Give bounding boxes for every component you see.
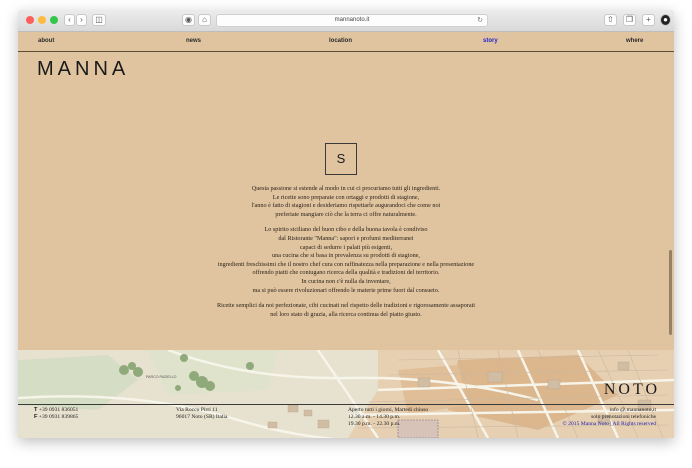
address-line-1: Via Rocco Pirri 11 (176, 407, 218, 413)
phone-label: T (34, 407, 38, 413)
nav-about[interactable]: about (38, 38, 54, 44)
fax-label: F (34, 414, 38, 420)
tabs-icon[interactable]: ❐ (623, 14, 636, 26)
footer-divider (18, 404, 674, 405)
nav-news[interactable]: news (186, 38, 201, 44)
minimize-window-icon[interactable] (38, 16, 46, 24)
reservations-note: solo prenotazioni telefoniche (591, 414, 656, 420)
section-letter-box: S (325, 143, 357, 175)
map-city-label: NOTO (603, 381, 660, 398)
hours-line-2: 12.30 a.m. - 14.30 p.m. (348, 414, 401, 420)
address-bar[interactable]: mannanoto.it ↻ (216, 14, 488, 27)
site-logo[interactable]: MANNA (37, 58, 129, 81)
story-paragraph-3: Ricette semplici da noi perfezionate, ci… (216, 302, 476, 318)
forward-button[interactable]: › (76, 14, 87, 26)
nav-story[interactable]: story (483, 38, 498, 44)
footer-contacts: T +39 0931 836051 F +39 0931 839865 (34, 407, 78, 421)
phone-link[interactable]: +39 0931 836051 (39, 407, 79, 413)
footer-info: info @ mannanoto.it solo prenotazioni te… (563, 407, 656, 428)
nav-where[interactable]: where (626, 38, 643, 44)
story-paragraph-2: Lo spirito siciliano del buon cibo e del… (217, 226, 475, 294)
home-icon[interactable]: ⌂ (198, 14, 211, 26)
browser-window: ‹ › ◫ ◉ ⌂ mannanoto.it ↻ ⇧ ❐ + ● about n… (18, 10, 674, 438)
email-link[interactable]: info @ mannanoto.it (563, 407, 656, 414)
nav-location[interactable]: location (329, 38, 352, 44)
share-icon[interactable]: ⇧ (604, 14, 617, 26)
shield-icon[interactable]: ◉ (182, 14, 195, 26)
hours-line-1: Aperto tutti i giorni, Martedì chiuso (348, 407, 429, 413)
site-nav: about news location story where (18, 32, 674, 52)
footer-address: Via Rocco Pirri 11 96017 Noto (SR) Itali… (176, 407, 227, 421)
hours-line-3: 19.30 p.m. - 22.30 p.m. (348, 421, 401, 427)
back-button[interactable]: ‹ (64, 14, 75, 26)
reload-icon[interactable]: ↻ (477, 15, 483, 26)
copyright-text: © 2015 Manna Noto | All Rights reserved (562, 421, 656, 427)
story-paragraph-1: Questa passione si estende al modo in cu… (251, 185, 441, 218)
close-window-icon[interactable] (26, 16, 34, 24)
address-line-2: 96017 Noto (SR) Italia (176, 414, 228, 420)
extension-icon[interactable]: ● (660, 14, 671, 26)
story-text: Questa passione si estende al modo in cu… (118, 185, 574, 326)
browser-toolbar: ‹ › ◫ ◉ ⌂ mannanoto.it ↻ ⇧ ❐ + ● (18, 10, 674, 32)
url-text: mannanoto.it (334, 17, 370, 23)
new-tab-icon[interactable]: + (642, 14, 655, 26)
zoom-window-icon[interactable] (50, 16, 58, 24)
fax-link[interactable]: +39 0931 839865 (39, 414, 79, 420)
page-scrollbar[interactable] (669, 250, 672, 335)
footer-hours: Aperto tutti i giorni, Martedì chiuso 12… (348, 407, 428, 428)
sidebar-icon[interactable]: ◫ (92, 14, 106, 26)
